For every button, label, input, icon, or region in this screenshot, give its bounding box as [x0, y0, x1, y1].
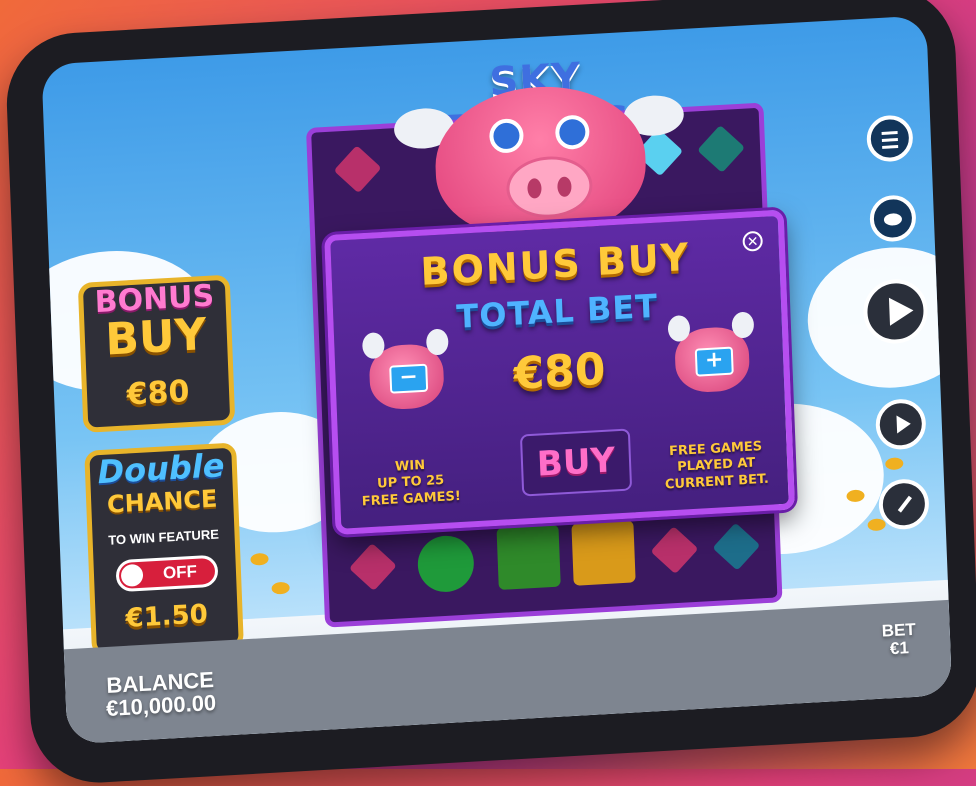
menu-bar — [881, 131, 898, 135]
gold-coin — [885, 457, 904, 471]
menu-bar — [881, 138, 898, 142]
red-gem-symbol — [650, 526, 699, 575]
pig-nostril — [527, 178, 542, 199]
menu-icon[interactable] — [865, 114, 914, 163]
cash-symbol — [496, 524, 561, 590]
toggle-state-label: OFF — [162, 561, 198, 583]
bonus-buy-panel[interactable]: BONUS BUY €80 — [77, 274, 236, 433]
gold-coin — [250, 552, 269, 566]
free-games-info-text: FREE GAMES PLAYED AT CURRENT BET. — [664, 439, 770, 493]
autoplay-icon[interactable] — [874, 397, 927, 451]
piggy-wing — [361, 332, 385, 360]
bet-display: BET €1 — [881, 620, 916, 659]
game-screen: SKY PIGGIES — [41, 15, 953, 745]
teal-gem-symbol — [712, 522, 761, 571]
green-gem-symbol — [697, 124, 746, 173]
double-chance-price: €1.50 — [125, 599, 209, 634]
double-chance-subtitle: TO WIN FEATURE — [108, 526, 220, 548]
menu-bar — [882, 145, 899, 149]
sky-pig-character — [393, 81, 685, 243]
balance-value: €10,000.00 — [105, 689, 217, 721]
pig-eye — [488, 117, 525, 154]
autoplay-triangle — [896, 414, 912, 434]
tablet-frame: SKY PIGGIES — [4, 0, 976, 786]
double-chance-toggle[interactable]: OFF — [115, 554, 219, 593]
gold-bar-symbol — [571, 520, 636, 586]
speedometer-needle — [897, 495, 912, 513]
gold-coin — [867, 518, 886, 532]
piggy-wing — [667, 314, 691, 343]
minus-icon: − — [389, 363, 429, 394]
red-gem-symbol — [333, 145, 382, 194]
plus-icon: + — [694, 346, 734, 377]
balance-display: BALANCE €10,000.00 — [105, 667, 217, 721]
bet-value: €1 — [889, 638, 910, 659]
bonus-buy-modal: ✕ BONUS BUY TOTAL BET €80 − + WIN UP TO … — [324, 209, 795, 535]
coin-stack-icon[interactable] — [869, 194, 917, 243]
double-chance-panel: Double CHANCE TO WIN FEATURE OFF €1.50 — [84, 442, 244, 657]
win-info-text: WIN UP TO 25 FREE GAMES! — [361, 457, 462, 509]
pig-nostril — [557, 176, 572, 198]
red-gem-symbol — [348, 542, 397, 591]
gold-coin — [271, 581, 290, 595]
bonus-buy-price: €80 — [126, 373, 191, 413]
toggle-knob — [120, 563, 144, 588]
coin-disc — [883, 212, 903, 226]
play-triangle — [888, 296, 914, 326]
pig-snout — [505, 154, 594, 220]
bonus-buy-title-line2: BUY — [104, 308, 208, 366]
speedometer-icon[interactable] — [877, 477, 930, 531]
buy-button[interactable]: BUY — [519, 428, 633, 497]
clover-symbol — [416, 534, 475, 594]
pig-eye — [554, 114, 590, 151]
